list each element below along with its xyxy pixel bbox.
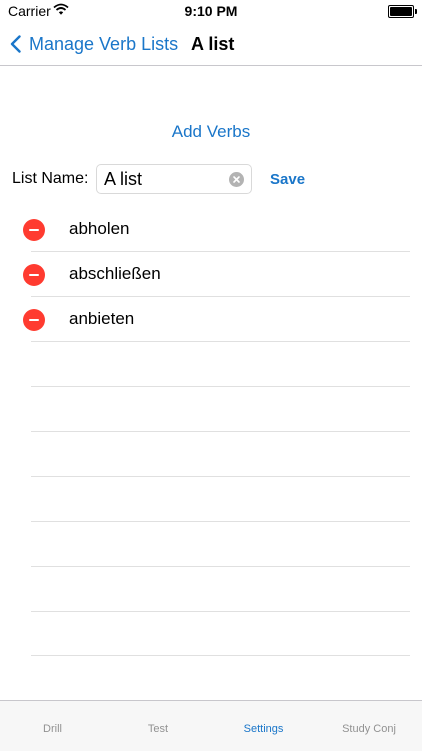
chevron-left-icon: [10, 35, 21, 53]
verb-label: anbieten: [69, 309, 135, 328]
list-item: anbieten: [0, 297, 422, 342]
row-separator: [31, 341, 410, 342]
tab-settings[interactable]: Settings: [211, 723, 316, 735]
list-name-label: List Name:: [12, 170, 89, 187]
verb-label: abholen: [69, 219, 130, 238]
delete-icon[interactable]: [23, 219, 45, 241]
list-item: abschließen: [0, 252, 422, 297]
battery-icon: [388, 5, 417, 18]
list-name-value: A list: [104, 169, 143, 189]
row-separator: [31, 566, 410, 567]
row-separator: [31, 431, 410, 432]
back-button-label: Manage Verb Lists: [29, 33, 179, 54]
row-separator: [31, 521, 410, 522]
clock: 9:10 PM: [184, 3, 238, 19]
delete-icon[interactable]: [23, 264, 45, 286]
tab-drill[interactable]: Drill: [0, 723, 105, 735]
row-separator: [31, 476, 410, 477]
row-separator: [31, 251, 410, 252]
list-name-field[interactable]: A list: [96, 164, 252, 194]
row-separator: [31, 386, 410, 387]
list-item: abholen: [0, 207, 422, 252]
row-separator: [31, 611, 410, 612]
tab-bar: Drill Test Settings Study Conj: [0, 700, 422, 751]
tab-test[interactable]: Test: [105, 723, 211, 735]
clear-icon[interactable]: [229, 172, 244, 187]
delete-icon[interactable]: [23, 309, 45, 331]
row-separator: [31, 296, 410, 297]
page-title: A list: [191, 34, 235, 54]
tab-study-conj[interactable]: Study Conj: [316, 723, 422, 735]
add-verbs-button[interactable]: Add Verbs: [0, 122, 422, 142]
status-bar: Carrier 9:10 PM: [0, 0, 422, 22]
save-button[interactable]: Save: [270, 171, 305, 188]
back-button[interactable]: Manage Verb Lists: [10, 31, 178, 57]
navigation-bar: Manage Verb Lists A list: [0, 22, 422, 66]
row-separator: [31, 655, 410, 656]
verb-label: abschließen: [69, 264, 161, 283]
